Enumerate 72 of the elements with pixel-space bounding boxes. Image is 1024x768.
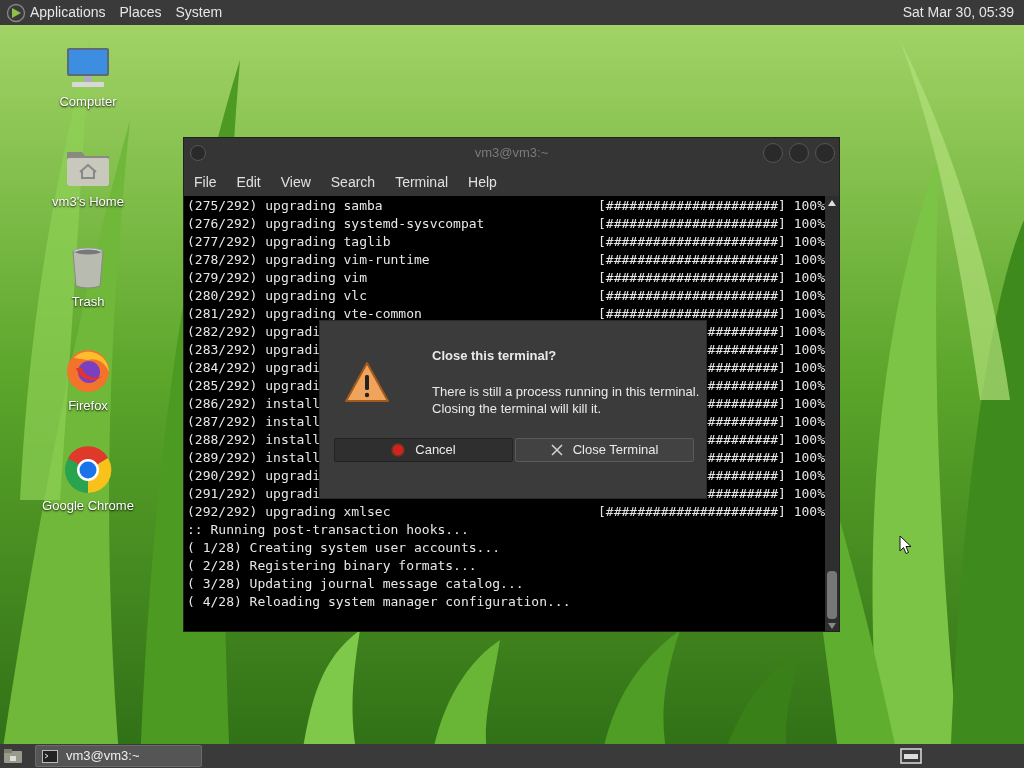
- progress-text: #########] 100%: [707, 395, 825, 413]
- menu-item[interactable]: File: [194, 171, 217, 193]
- distro-logo-icon[interactable]: [6, 2, 26, 23]
- taskbar-button[interactable]: vm3@vm3:~: [35, 745, 202, 767]
- terminal-line: (280/292) upgrading vlc: [187, 287, 367, 305]
- progress-text: #########] 100%: [707, 323, 825, 341]
- terminal-line: ( 4/28) Reloading system manager configuration...: [187, 593, 571, 611]
- terminal-line: (275/292) upgrading samba: [187, 197, 383, 215]
- terminal-line: :: Running post-transaction hooks...: [187, 521, 469, 539]
- warning-icon: [344, 361, 390, 403]
- menu-item[interactable]: Edit: [236, 171, 261, 193]
- terminal-line: (291/292) upgradi: [187, 485, 321, 503]
- progress-text: #########] 100%: [707, 359, 825, 377]
- terminal-line: (283/292) upgradi: [187, 341, 321, 359]
- panel-menu[interactable]: Places: [119, 2, 162, 23]
- progress-text: #########] 100%: [707, 431, 825, 449]
- terminal-line: (286/292) install: [187, 395, 321, 413]
- terminal-line: ( 3/28) Updating journal message catalog...: [187, 575, 524, 593]
- scroll-down-icon[interactable]: [828, 623, 836, 629]
- computer-icon[interactable]: [64, 46, 112, 90]
- show-desktop-icon[interactable]: [3, 748, 23, 764]
- terminal-line: (282/292) upgradi: [187, 323, 321, 341]
- progress-text: #########] 100%: [707, 377, 825, 395]
- terminal-line: (284/292) upgradi: [187, 359, 321, 377]
- panel-menu[interactable]: System: [175, 2, 223, 23]
- workspace-switcher-icon[interactable]: [900, 748, 922, 764]
- terminal-line: (279/292) upgrading vim: [187, 269, 367, 287]
- menu-item[interactable]: Help: [468, 171, 497, 193]
- progress-text: [######################] 100%: [598, 215, 825, 233]
- window-title: vm3@vm3:~: [473, 144, 550, 163]
- browser-icon[interactable]: [64, 446, 112, 494]
- progress-text: #########] 100%: [707, 485, 825, 503]
- progress-text: [######################] 100%: [598, 233, 825, 251]
- close-terminal-button[interactable]: Close Terminal: [515, 437, 694, 462]
- panel-menu[interactable]: Applications: [30, 2, 106, 23]
- terminal-line: (285/292) upgradi: [187, 377, 321, 395]
- terminal-line: (276/292) upgrading systemd-sysvcompat: [187, 215, 485, 233]
- mouse-pointer-icon: [899, 535, 912, 555]
- scroll-thumb[interactable]: [827, 571, 837, 619]
- window-menu-button[interactable]: [190, 145, 206, 161]
- scrollbar[interactable]: [825, 196, 839, 631]
- progress-text: [######################] 100%: [598, 305, 825, 323]
- terminal-icon: [42, 749, 58, 763]
- scroll-up-icon[interactable]: [828, 200, 836, 206]
- progress-text: #########] 100%: [707, 449, 825, 467]
- dialog-message: There is still a process running in this terminal. Closing the terminal will kill it.: [432, 382, 700, 417]
- menu-item[interactable]: View: [280, 171, 311, 193]
- progress-text: #########] 100%: [707, 341, 825, 359]
- close-icon: [550, 443, 563, 456]
- progress-text: [######################] 100%: [598, 197, 825, 215]
- progress-text: [######################] 100%: [598, 287, 825, 305]
- stop-icon: [391, 442, 406, 457]
- menu-item[interactable]: Terminal: [395, 171, 449, 193]
- dialog-title: Close this terminal?: [432, 347, 558, 365]
- terminal-line: (277/292) upgrading taglib: [187, 233, 391, 251]
- progress-text: [######################] 100%: [598, 251, 825, 269]
- terminal-line: (281/292) upgrading vte-common: [187, 305, 422, 323]
- terminal-line: (292/292) upgrading xmlsec: [187, 503, 391, 521]
- terminal-line: (289/292) install: [187, 449, 321, 467]
- terminal-line: ( 1/28) Creating system user accounts...: [187, 539, 501, 557]
- terminal-line: (278/292) upgrading vim-runtime: [187, 251, 430, 269]
- progress-text: #########] 100%: [707, 467, 825, 485]
- terminal-line: ( 2/28) Registering binary formats...: [187, 557, 477, 575]
- terminal-line: (287/292) install: [187, 413, 321, 431]
- cancel-button[interactable]: Cancel: [334, 437, 513, 462]
- progress-text: [######################] 100%: [598, 269, 825, 287]
- terminal-line: (288/292) install: [187, 431, 321, 449]
- progress-text: #########] 100%: [707, 413, 825, 431]
- menu-item[interactable]: Search: [330, 171, 376, 193]
- terminal-line: (290/292) upgradi: [187, 467, 321, 485]
- clock[interactable]: Sat Mar 30, 05:39: [902, 2, 1014, 23]
- progress-text: [######################] 100%: [598, 503, 825, 521]
